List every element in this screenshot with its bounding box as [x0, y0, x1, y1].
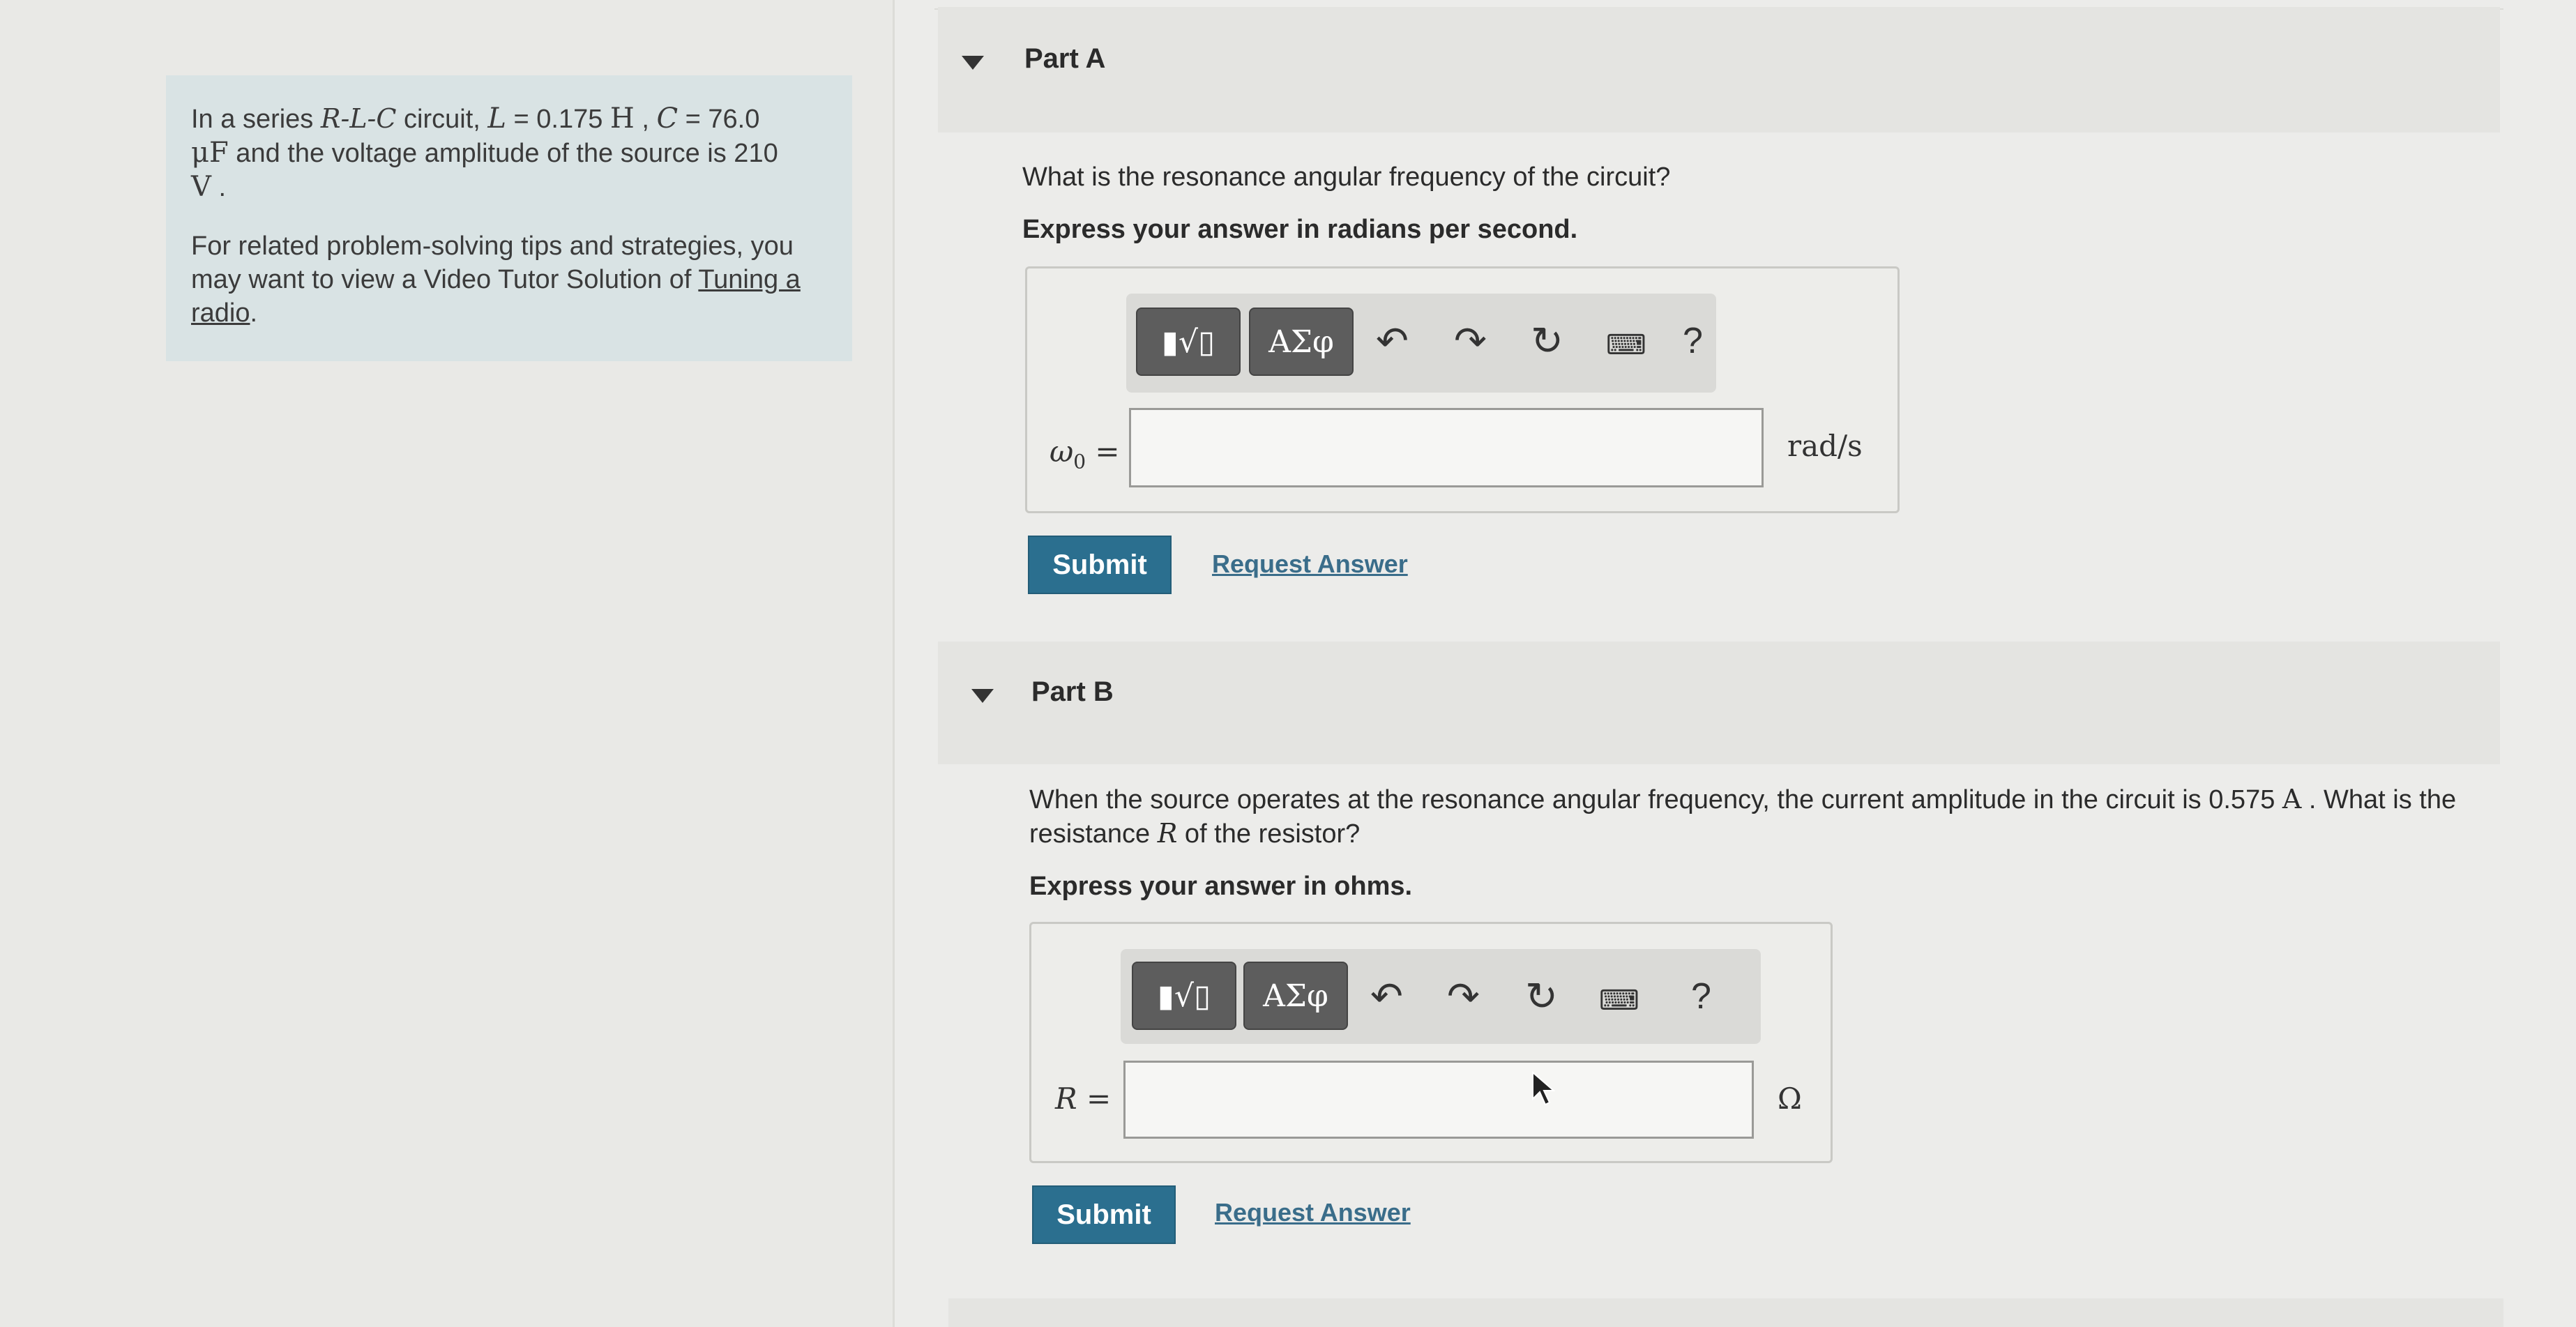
- help-icon[interactable]: ?: [1683, 321, 1703, 361]
- reset-icon[interactable]: ↻: [1525, 977, 1558, 1016]
- part-a-instruction: Express your answer in radians per secon…: [1022, 215, 1578, 244]
- templates-button[interactable]: ▮√▯: [1132, 962, 1236, 1030]
- part-b-instruction: Express your answer in ohms.: [1029, 872, 1413, 901]
- mouse-cursor-icon: [1531, 1070, 1556, 1109]
- part-b-header[interactable]: Part B: [938, 642, 2500, 764]
- problem-statement: In a series R-L-C circuit, L = 0.175 H ,…: [166, 75, 852, 361]
- part-b-math-toolbar: ▮√▯ ΑΣφ ↶ ↷ ↻ ⌨ ?: [1121, 949, 1761, 1044]
- keyboard-icon[interactable]: ⌨: [1599, 981, 1639, 1020]
- part-b-question: When the source operates at the resonanc…: [1029, 784, 2457, 849]
- problem-text: In a series R-L-C circuit, L = 0.175 H ,…: [191, 103, 778, 203]
- undo-icon[interactable]: ↶: [1370, 977, 1403, 1016]
- collapse-caret-icon[interactable]: [971, 689, 994, 703]
- redo-icon[interactable]: ↷: [1454, 321, 1487, 361]
- part-b-submit-button[interactable]: Submit: [1032, 1185, 1176, 1244]
- undo-icon[interactable]: ↶: [1376, 321, 1409, 361]
- part-a-request-answer-link[interactable]: Request Answer: [1212, 549, 1408, 579]
- part-a-answer-box: ▮√▯ ΑΣφ ↶ ↷ ↻ ⌨ ? ω0 = rad/s: [1025, 266, 1900, 513]
- resistance-label: R =: [1055, 1082, 1112, 1116]
- resistance-input[interactable]: [1123, 1061, 1754, 1139]
- omega-input[interactable]: [1129, 408, 1764, 487]
- greek-symbols-button[interactable]: ΑΣφ: [1243, 962, 1348, 1030]
- part-b-answer-box: ▮√▯ ΑΣφ ↶ ↷ ↻ ⌨ ? R = Ω: [1029, 922, 1833, 1163]
- part-b-unit: Ω: [1778, 1082, 1802, 1116]
- redo-icon[interactable]: ↷: [1447, 977, 1480, 1016]
- part-a-title: Part A: [1024, 43, 1106, 74]
- tips-text: For related problem-solving tips and str…: [191, 232, 801, 328]
- greek-symbols-button[interactable]: ΑΣφ: [1249, 308, 1354, 376]
- part-a-submit-button[interactable]: Submit: [1028, 536, 1172, 594]
- part-a-math-toolbar: ▮√▯ ΑΣφ ↶ ↷ ↻ ⌨ ?: [1126, 294, 1716, 393]
- reset-icon[interactable]: ↻: [1531, 321, 1563, 361]
- pane-divider: [893, 0, 895, 1327]
- part-b-title: Part B: [1031, 676, 1114, 707]
- keyboard-icon[interactable]: ⌨: [1606, 326, 1646, 365]
- part-a-unit: rad/s: [1787, 429, 1863, 463]
- templates-button[interactable]: ▮√▯: [1136, 308, 1241, 376]
- part-b-request-answer-link[interactable]: Request Answer: [1215, 1198, 1411, 1227]
- next-part-header: [948, 1298, 2503, 1327]
- part-a-header[interactable]: Part A: [938, 7, 2500, 132]
- collapse-caret-icon[interactable]: [962, 56, 984, 70]
- omega-label: ω0 =: [1050, 434, 1120, 473]
- part-a-question: What is the resonance angular frequency …: [1022, 162, 1671, 192]
- help-icon[interactable]: ?: [1691, 977, 1711, 1016]
